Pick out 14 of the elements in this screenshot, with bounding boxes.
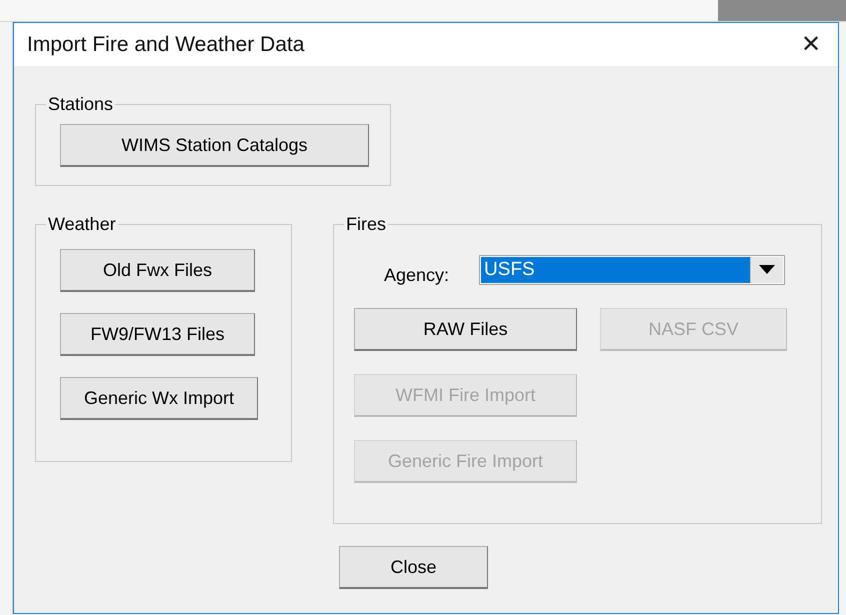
button[interactable]: WIMS Station Catalogs: [60, 124, 369, 167]
close-button[interactable]: ✕: [796, 30, 826, 59]
group-label: Weather: [47, 214, 117, 235]
agency-label: Agency:: [384, 265, 450, 286]
group-label: Stations: [47, 94, 114, 115]
button[interactable]: FW9/FW13 Files: [60, 313, 255, 356]
dropdown-arrow-icon: [759, 265, 776, 274]
button[interactable]: RAW Files: [354, 308, 577, 351]
close-button[interactable]: Close: [339, 546, 488, 589]
group-label: Fires: [345, 214, 387, 235]
window-title: Import Fire and Weather Data: [27, 32, 304, 56]
agency-dropdown[interactable]: USFS: [479, 254, 786, 284]
button[interactable]: Old Fwx Files: [60, 249, 255, 292]
button[interactable]: Generic Wx Import: [60, 377, 258, 420]
